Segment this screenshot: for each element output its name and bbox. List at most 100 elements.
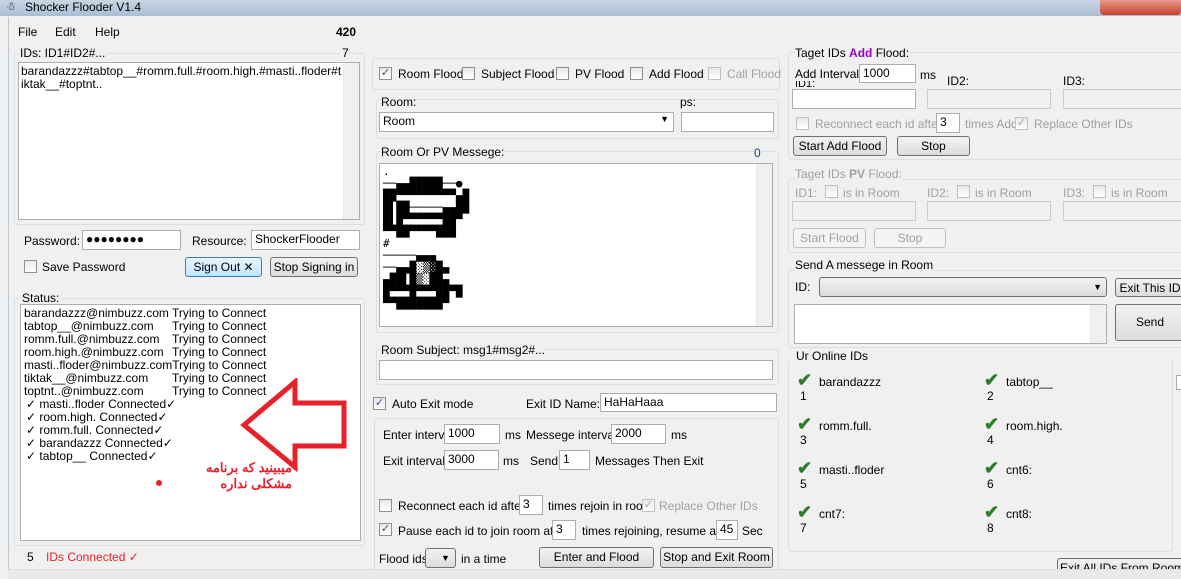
flood-mode-checkbox[interactable]: ✓ — [379, 67, 392, 80]
ms-label: ms — [503, 454, 519, 468]
resource-input[interactable]: ShockerFlooder — [251, 230, 360, 250]
start-add-flood-button[interactable]: Start Add Flood — [793, 136, 887, 156]
add-reconnect-input[interactable]: 3 — [936, 113, 960, 133]
send-count-input[interactable]: 1 — [559, 450, 590, 470]
ps-input[interactable] — [681, 112, 774, 132]
close-button[interactable] — [1100, 0, 1181, 15]
exit-this-id-button[interactable]: Exit This ID — [1115, 278, 1181, 297]
online-id-number: 5 — [800, 477, 807, 491]
status-label: Status: — [20, 291, 62, 305]
chevron-down-icon: ▼ — [441, 553, 450, 563]
flood-mode-checkbox[interactable] — [630, 67, 643, 80]
flood-mode-label: Add Flood — [649, 67, 704, 81]
add-id2-input[interactable] — [927, 89, 1051, 109]
add-replace-checkbox[interactable]: ✓ — [1015, 117, 1028, 130]
check-icon: ✔ — [984, 458, 1000, 478]
pv-in-room-label: is in Room — [1111, 186, 1168, 200]
add-id3-label: ID3: — [1063, 74, 1086, 88]
pause-checkbox[interactable]: ✓ — [379, 523, 392, 536]
chevron-down-icon: ▼ — [660, 114, 669, 124]
ids-text: barandazzz#tabtop__#romm.full.#room.high… — [21, 64, 342, 91]
pv-id1-in-room-checkbox[interactable] — [825, 185, 838, 198]
save-password-checkbox[interactable] — [24, 260, 37, 273]
online-id-name: tabtop__ — [1006, 375, 1053, 389]
enter-flood-button[interactable]: Enter and Flood — [539, 547, 654, 568]
flood-mode-checkbox[interactable] — [708, 67, 721, 80]
flood-mode-label: Room Flood — [398, 67, 464, 81]
subject-input[interactable] — [379, 360, 773, 380]
pv-id2-input[interactable] — [927, 201, 1051, 221]
resume-input[interactable]: 45 — [716, 520, 738, 540]
add-interval-label: Add Interval: — [795, 67, 863, 81]
room-select[interactable]: Room ▼ — [379, 112, 674, 132]
add-replace-label: Replace Other IDs — [1034, 117, 1133, 131]
window-title: Shocker Flooder V1.4 — [25, 0, 142, 14]
send-button[interactable]: Send — [1115, 304, 1181, 341]
message-art: . ──▄▄█████──● ██▀▀▀▀▀▀▀▀▀▄█ █▌██─────▄▄… — [383, 165, 470, 310]
flood-ids-dropdown[interactable]: ▼ — [425, 548, 456, 568]
check-icon: ✔ — [984, 370, 1000, 390]
exit-interval-label: Exit interval — [383, 454, 446, 468]
times-add-label: times Add — [965, 117, 1018, 131]
send-room-title: Send A messege in Room — [795, 258, 934, 272]
online-id-name: romm.full. — [819, 419, 872, 433]
auto-exit-label: Auto Exit mode — [392, 397, 474, 411]
stop-signing-button[interactable]: Stop Signing in — [270, 257, 358, 277]
pv-id1-input[interactable] — [792, 201, 916, 221]
ids-textarea[interactable]: barandazzz#tabtop__#romm.full.#room.high… — [18, 62, 360, 220]
ms-label: ms — [671, 428, 687, 442]
online-scrollbar[interactable] — [1176, 375, 1181, 390]
send-message-textarea[interactable] — [794, 304, 1107, 344]
menu-edit[interactable]: Edit — [55, 25, 76, 39]
online-id-name: cnt8: — [1006, 507, 1033, 521]
add-interval-input[interactable]: 1000 — [859, 64, 916, 83]
online-id-name: cnt7: — [819, 507, 846, 521]
reconnect-input[interactable]: 3 — [519, 495, 543, 515]
pv-in-room-label: is in Room — [975, 186, 1032, 200]
subject-label: Room Subject: msg1#msg2#... — [381, 343, 546, 357]
sign-out-button[interactable]: Sign Out ✕ — [185, 257, 262, 277]
add-id1-input[interactable] — [792, 89, 916, 109]
msg-interval-input[interactable]: 2000 — [611, 424, 666, 444]
add-id3-input[interactable] — [1063, 89, 1181, 109]
flood-mode-label: PV Flood — [575, 67, 625, 81]
enter-interval-input[interactable]: 1000 — [444, 424, 500, 444]
counter: 420 — [336, 25, 357, 39]
exit-name-input[interactable]: HaHaHaaa — [600, 393, 777, 412]
reconnect-checkbox[interactable] — [379, 499, 392, 512]
online-id-name: cnt6: — [1006, 463, 1033, 477]
stop-add-flood-button[interactable]: Stop — [897, 136, 970, 156]
start-pv-flood-button[interactable]: Start Flood — [793, 228, 866, 248]
send-scrollbar[interactable] — [1090, 305, 1106, 343]
reconnect-suffix: times rejoin in room — [548, 499, 653, 513]
in-a-time-label: in a time — [461, 552, 507, 566]
pv-in-room-label: is in Room — [843, 186, 900, 200]
add-reconnect-checkbox[interactable] — [796, 117, 809, 130]
pause-input[interactable]: 3 — [552, 520, 576, 540]
horizontal-scrollbar[interactable] — [8, 569, 1181, 579]
menu-file[interactable]: File — [18, 25, 37, 39]
password-input[interactable]: ●●●●●●●● — [82, 230, 181, 250]
pv-id2-in-room-checkbox[interactable] — [957, 185, 970, 198]
stop-exit-room-button[interactable]: Stop and Exit Room — [660, 547, 773, 568]
pv-id3-in-room-checkbox[interactable] — [1093, 185, 1106, 198]
flood-mode-label: Call Flood — [727, 67, 782, 81]
ids-scrollbar[interactable] — [343, 63, 359, 219]
pv-id3-input[interactable] — [1063, 201, 1181, 221]
message-scrollbar[interactable] — [756, 164, 772, 326]
online-id-number: 1 — [800, 389, 807, 403]
online-id-number: 2 — [987, 389, 994, 403]
connected-count: 5 — [27, 550, 34, 564]
flood-mode-checkbox[interactable] — [556, 67, 569, 80]
send-id-dropdown[interactable]: ▼ — [819, 277, 1107, 297]
replace-ids-checkbox[interactable]: ✓ — [642, 499, 655, 512]
online-id-name: barandazzz — [819, 375, 882, 389]
auto-exit-checkbox[interactable]: ✓ — [373, 397, 386, 410]
flood-mode-checkbox[interactable] — [462, 67, 475, 80]
exit-interval-input[interactable]: 3000 — [444, 450, 499, 470]
status-state: Trying to Connect — [172, 306, 267, 320]
check-icon: ✔ — [984, 502, 1000, 522]
stop-pv-flood-button[interactable]: Stop — [874, 228, 946, 248]
message-textarea[interactable]: . ──▄▄█████──● ██▀▀▀▀▀▀▀▀▀▄█ █▌██─────▄▄… — [379, 163, 773, 327]
menu-help[interactable]: Help — [95, 25, 120, 39]
